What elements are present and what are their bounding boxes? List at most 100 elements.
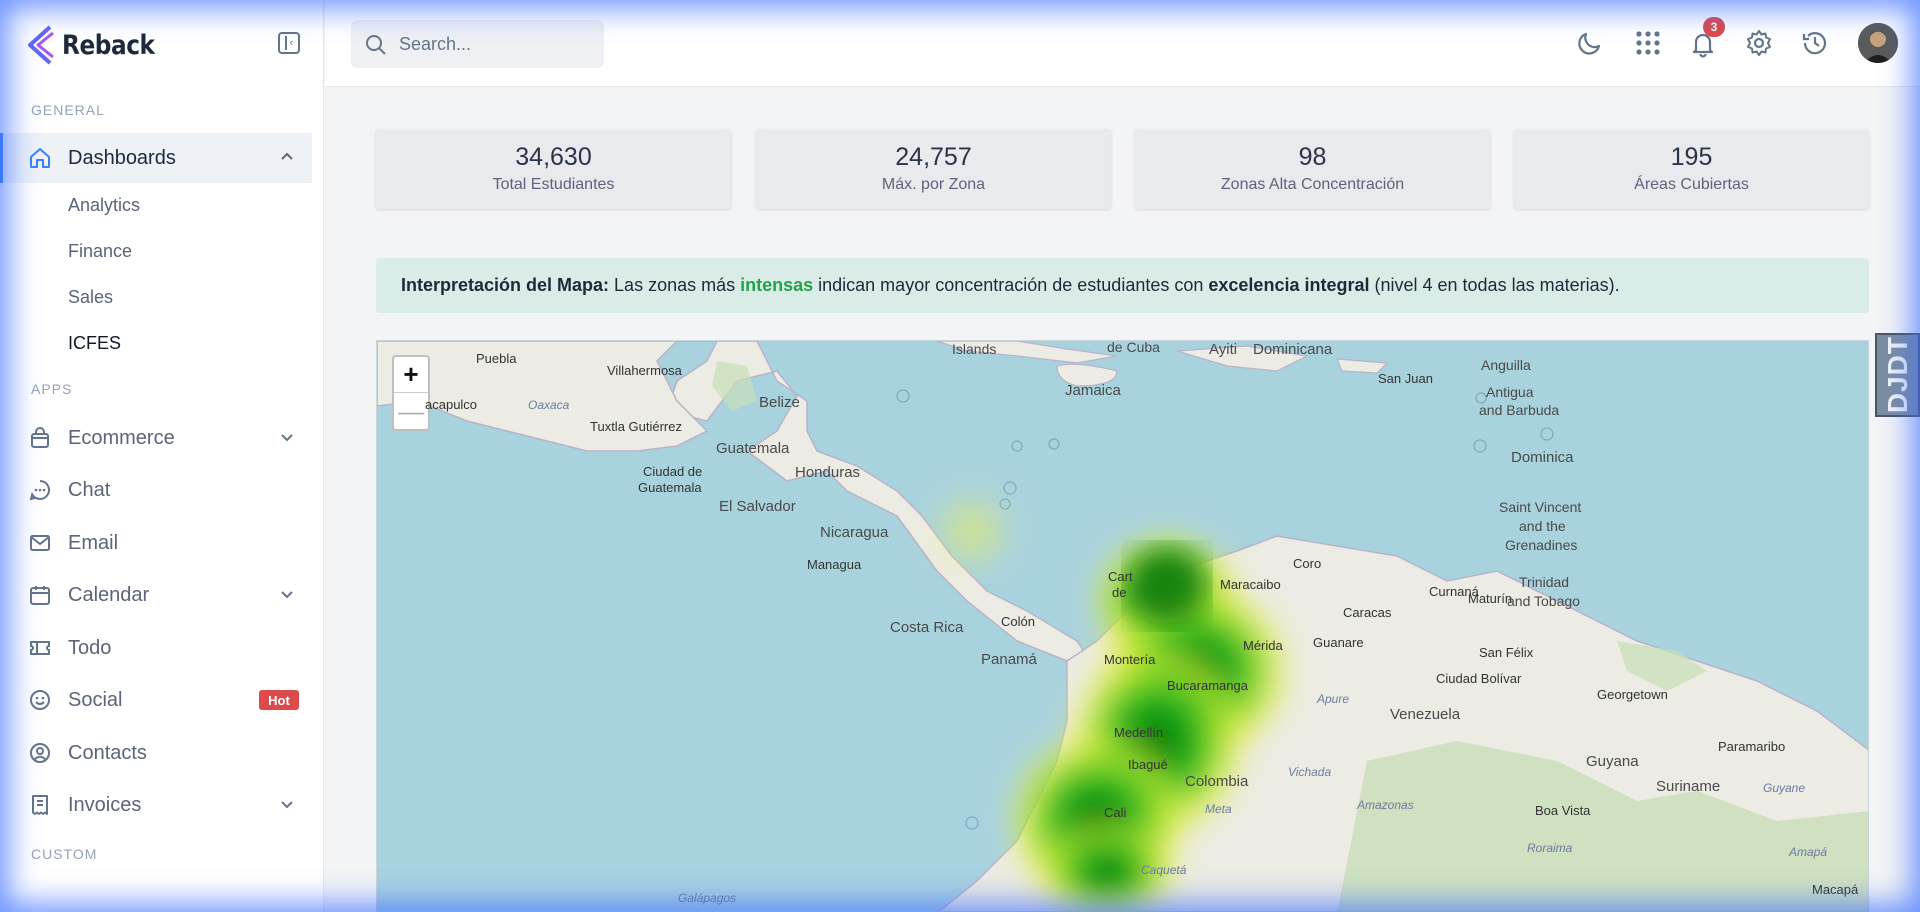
map-label: Paramaribo <box>1718 739 1786 754</box>
map-label: Mérida <box>1243 638 1283 653</box>
map-label: Ciudad Bolívar <box>1436 671 1522 686</box>
search-input[interactable] <box>399 30 594 58</box>
sidebar-item-label: Invoices <box>68 793 142 816</box>
map-label: Maturín <box>1468 591 1513 606</box>
sidebar-item-ecommerce[interactable]: Ecommerce <box>0 413 312 463</box>
sidebar-item-label: Chat <box>68 478 111 501</box>
user-avatar[interactable] <box>1858 23 1898 63</box>
map-label: and the <box>1519 518 1566 534</box>
sidebar-item-contacts[interactable]: Contacts <box>0 728 312 778</box>
map-label: Islands <box>952 341 997 357</box>
map-label: Venezuela <box>1390 706 1461 723</box>
sidebar-item-chat[interactable]: Chat <box>0 465 312 515</box>
sidebar-item-label: Calendar <box>68 583 150 606</box>
map-label: Saint Vincent <box>1499 499 1582 515</box>
chevron-down-icon <box>281 591 293 599</box>
map-label: Guyana <box>1586 753 1639 770</box>
map-label: Panamá <box>981 651 1037 668</box>
sidebar-item-email[interactable]: Email <box>0 518 312 568</box>
map-label: San Juan <box>1378 371 1433 386</box>
chevron-left-icon: ‹ <box>289 36 294 49</box>
map-label: El Salvador <box>719 498 796 515</box>
history-icon[interactable] <box>1800 28 1830 58</box>
map-label: Montería <box>1104 652 1156 667</box>
brand-logo[interactable]: Reback <box>26 24 170 66</box>
map-label: Amapá <box>1789 845 1828 859</box>
search-icon <box>366 35 386 55</box>
alert-text-3: (nivel 4 en todas las materias). <box>1369 275 1620 295</box>
map-label: Oaxaca <box>528 398 570 412</box>
sidebar-item-label: Email <box>68 531 119 554</box>
sidebar-subitem-finance[interactable]: Finance <box>68 241 132 262</box>
map-label: acapulco <box>425 397 478 412</box>
user-circle-icon <box>30 743 50 763</box>
chat-icon <box>29 480 50 501</box>
stat-caption: Máx. por Zona <box>881 176 986 193</box>
map-label: Guyane <box>1763 781 1806 795</box>
hot-badge: Hot <box>259 690 299 710</box>
heatmap-map[interactable]: + — Islands de Cuba Ayiti Dominicana Pue… <box>376 340 1869 912</box>
map-label: Medellín <box>1114 725 1164 740</box>
sidebar-subitem-sales[interactable]: Sales <box>68 287 113 308</box>
stat-value: 34,630 <box>515 143 592 171</box>
stat-value: 98 <box>1298 143 1327 171</box>
map-label: Apure <box>1317 692 1350 706</box>
map-label: Managua <box>807 557 862 572</box>
sidebar-item-todo[interactable]: Todo <box>0 623 312 673</box>
stat-card-high-concentration-zones: 98 Zonas Alta Concentración <box>1135 129 1490 209</box>
stat-caption: Zonas Alta Concentración <box>1220 176 1405 193</box>
debug-toolbar-label: DJDT <box>1881 336 1913 414</box>
gear-icon[interactable] <box>1744 28 1774 58</box>
chevron-up-icon <box>281 152 293 160</box>
chevron-down-icon <box>281 434 293 442</box>
avatar-image <box>1858 23 1898 63</box>
map-label: Ayiti <box>1209 341 1238 358</box>
search-box[interactable] <box>351 20 604 68</box>
map-label: Amazonas <box>1357 798 1414 812</box>
debug-toolbar-tab[interactable]: DJDT <box>1875 333 1920 417</box>
sidebar-item-label: Dashboards <box>68 146 176 169</box>
map-label: Cart <box>1108 569 1133 584</box>
calendar-icon <box>30 586 50 605</box>
stat-card-max-per-zone: 24,757 Máx. por Zona <box>756 129 1111 209</box>
map-label: Ciudad de <box>643 464 703 479</box>
map-label: Colombia <box>1185 773 1249 790</box>
map-label: Boa Vista <box>1535 803 1591 818</box>
zoom-out-button[interactable]: — <box>394 393 428 429</box>
sidebar-item-dashboards[interactable]: Dashboards <box>0 133 312 183</box>
sidebar-item-invoices[interactable]: Invoices <box>0 780 312 830</box>
map-label: Ibagué <box>1128 757 1168 772</box>
alert-bold-2: excelencia integral <box>1208 275 1370 295</box>
sidebar-subitem-icfes[interactable]: ICFES <box>68 333 121 354</box>
map-label: Anguilla <box>1481 357 1531 373</box>
stat-card-total-students: 34,630 Total Estudiantes <box>376 129 731 209</box>
moon-icon[interactable] <box>1575 28 1605 58</box>
sidebar: Reback ‹ GENERAL Dashboards Analytics Fi… <box>0 0 324 912</box>
home-icon <box>30 148 50 168</box>
apps-grid-icon[interactable] <box>1633 28 1663 58</box>
sidebar-item-label: Contacts <box>68 741 147 764</box>
sidebar-item-social[interactable]: Social Hot <box>0 675 312 725</box>
map-label: Colón <box>1001 614 1035 629</box>
map-label: Guanare <box>1313 635 1364 650</box>
alert-highlight: intensas <box>740 275 814 295</box>
brand-chevron-icon <box>28 25 54 65</box>
stat-caption: Total Estudiantes <box>492 176 615 193</box>
map-label: Maracaibo <box>1220 577 1281 592</box>
map-label: Vichada <box>1288 765 1332 779</box>
stat-value: 195 <box>1670 143 1713 171</box>
map-label: Nicaragua <box>820 524 889 541</box>
sidebar-collapse-button[interactable]: ‹ <box>278 32 300 54</box>
zoom-in-button[interactable]: + <box>394 357 428 393</box>
map-label: Caracas <box>1343 605 1392 620</box>
map-label: de Cuba <box>1107 340 1160 355</box>
notification-count-badge: 3 <box>1703 17 1725 37</box>
map-label: Caquetá <box>1141 863 1187 877</box>
map-label: and Tobago <box>1507 593 1580 609</box>
map-label: Trinidad <box>1519 574 1570 590</box>
sidebar-item-calendar[interactable]: Calendar <box>0 570 312 620</box>
map-label: Guatemala <box>638 480 702 495</box>
sidebar-subitem-analytics[interactable]: Analytics <box>68 195 140 216</box>
map-label: Cali <box>1104 805 1127 820</box>
section-label-general: GENERAL <box>31 102 105 118</box>
